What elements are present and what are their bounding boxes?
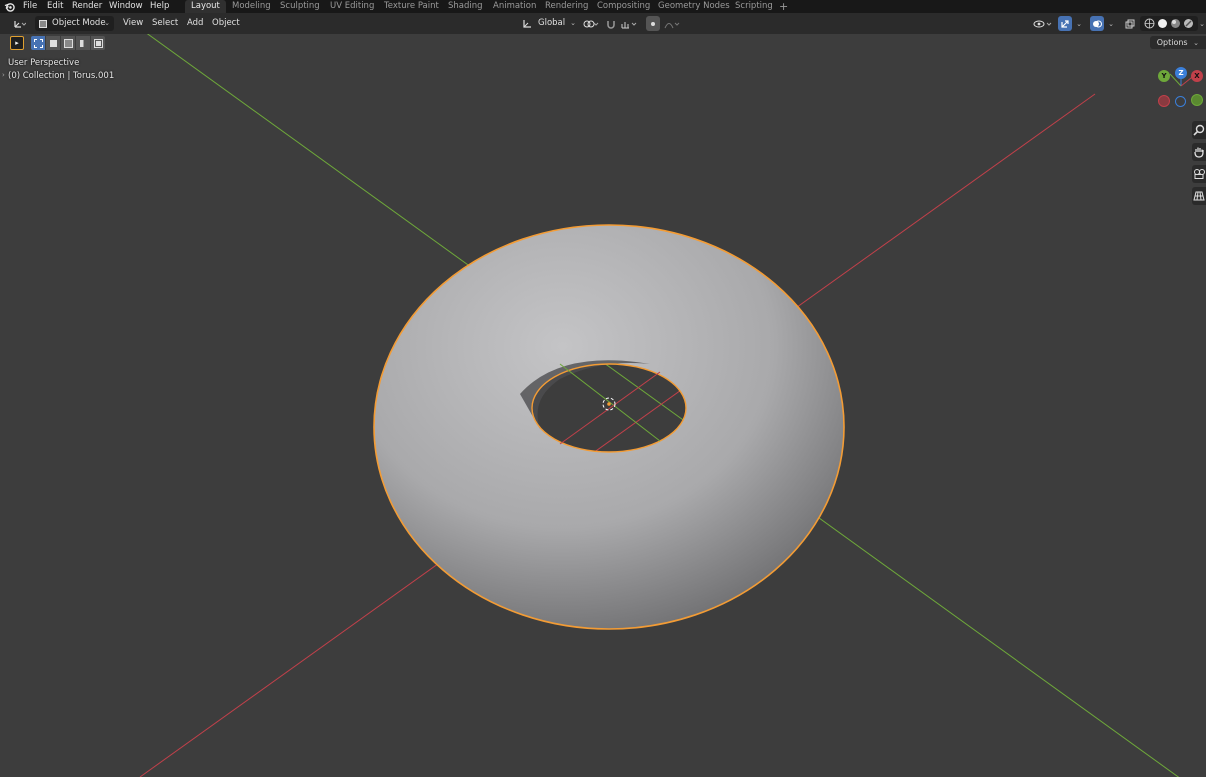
viewport-header: Object Mode ⌄ View Select Add Object Glo… [0, 13, 1206, 34]
camera-icon [1194, 169, 1205, 179]
select-extend-icon [49, 39, 57, 47]
overlays-toggle[interactable] [1090, 16, 1104, 31]
blender-logo-icon[interactable] [4, 1, 15, 12]
select-menu[interactable]: Select [152, 16, 178, 31]
snap-increment-icon [621, 21, 637, 28]
active-collection-label: (0) Collection | Torus.001 [8, 71, 115, 81]
gizmo-toggle[interactable] [1058, 16, 1072, 31]
mode-dropdown[interactable]: Object Mode ⌄ [35, 16, 114, 31]
menu-window[interactable]: Window [109, 0, 143, 13]
tab-animation[interactable]: Animation [493, 0, 536, 13]
orientation-dropdown[interactable]: Global ⌄ [522, 16, 578, 31]
pan-button[interactable] [1192, 143, 1206, 161]
tab-geometry-nodes[interactable]: Geometry Nodes [658, 0, 730, 13]
chevron-down-icon: ⌄ [104, 19, 110, 27]
options-dropdown[interactable]: Options ⌄ [1149, 36, 1206, 49]
orientation-label: Global [538, 18, 566, 28]
chevron-down-icon: ⌄ [1199, 19, 1205, 28]
perspective-toggle-button[interactable] [1192, 187, 1206, 205]
tab-layout[interactable]: Layout [185, 0, 226, 13]
eye-icon [1033, 20, 1052, 27]
expand-arrow-icon[interactable]: › [2, 71, 5, 79]
select-new-icon [33, 38, 43, 48]
cube-mode-icon [39, 20, 47, 28]
solid-shading-icon[interactable] [1157, 18, 1168, 29]
tab-compositing[interactable]: Compositing [597, 0, 650, 13]
options-label: Options [1156, 38, 1188, 47]
view-perspective-label: User Perspective [8, 58, 80, 68]
menu-render[interactable]: Render [72, 0, 102, 13]
add-menu[interactable]: Add [187, 16, 203, 31]
overlays-dropdown[interactable]: ⌄ [1105, 16, 1117, 31]
select-intersect-button[interactable] [91, 36, 105, 50]
tab-sculpting[interactable]: Sculpting [280, 0, 320, 13]
camera-view-button[interactable] [1192, 165, 1206, 183]
navigation-gizmo[interactable]: Y Z X [1155, 64, 1206, 114]
tab-rendering[interactable]: Rendering [545, 0, 588, 13]
transform-orientation-icon [523, 20, 531, 28]
shading-mode-group [1140, 16, 1198, 31]
gizmo-neg-z-axis[interactable] [1175, 96, 1186, 107]
3d-viewport[interactable]: ▸ › User Perspective (0) Collection | To… [0, 34, 1206, 777]
zoom-magnifier-icon [1193, 124, 1205, 136]
visibility-dropdown[interactable] [1031, 16, 1055, 31]
zoom-button[interactable] [1192, 121, 1206, 139]
top-menu-bar: File Edit Render Window Help Layout Mode… [0, 0, 1206, 13]
cursor-icon: ▸ [15, 39, 19, 47]
proportional-editing-toggle[interactable] [646, 16, 660, 31]
select-extend-button[interactable] [46, 36, 60, 50]
proportional-dot-icon [651, 21, 655, 26]
grid-perspective-icon [1193, 191, 1205, 201]
snap-toggle[interactable] [604, 16, 618, 31]
tab-texture-paint[interactable]: Texture Paint [384, 0, 439, 13]
select-subtract-button[interactable] [61, 36, 75, 50]
gizmo-dropdown[interactable]: ⌄ [1073, 16, 1085, 31]
select-intersect-icon [93, 38, 103, 48]
view-menu[interactable]: View [123, 16, 143, 31]
gizmo-z-axis[interactable]: Z [1175, 67, 1187, 79]
chevron-down-icon: ⌄ [1076, 19, 1082, 28]
tab-uv-editing[interactable]: UV Editing [330, 0, 374, 13]
gizmo-neg-y-axis[interactable] [1191, 94, 1203, 106]
menu-file[interactable]: File [23, 0, 37, 13]
object-menu[interactable]: Object [212, 16, 240, 31]
editor-type-button[interactable] [9, 16, 29, 31]
tool-toggle-button[interactable]: ▸ [10, 36, 24, 50]
falloff-curve-icon [664, 22, 680, 28]
overlay-circles-icon [1093, 20, 1102, 27]
chevron-down-icon: ⌄ [1108, 19, 1114, 28]
gizmo-neg-x-axis[interactable] [1158, 95, 1170, 107]
gizmo-arrows-icon [1061, 19, 1069, 28]
select-invert-button[interactable] [76, 36, 90, 50]
viewport-scene[interactable] [0, 34, 1206, 777]
xray-icon [1125, 19, 1135, 28]
material-preview-icon[interactable] [1170, 18, 1181, 29]
tab-modeling[interactable]: Modeling [232, 0, 271, 13]
rendered-shading-icon[interactable] [1183, 18, 1194, 29]
torus-object[interactable] [373, 224, 845, 630]
add-workspace-button[interactable]: + [779, 0, 788, 13]
select-box-mode-button[interactable] [31, 36, 45, 50]
tab-scripting[interactable]: Scripting [735, 0, 773, 13]
gizmo-y-axis[interactable]: Y [1158, 70, 1170, 82]
pivot-point-button[interactable] [581, 16, 601, 31]
hand-icon [1194, 147, 1204, 158]
pivot-link-icon [583, 20, 599, 27]
chevron-down-icon: ⌄ [1193, 39, 1199, 47]
proportional-falloff-dropdown[interactable] [662, 16, 684, 31]
tab-shading[interactable]: Shading [448, 0, 483, 13]
axes-editor-icon [14, 20, 26, 28]
menu-edit[interactable]: Edit [47, 0, 63, 13]
menu-help[interactable]: Help [150, 0, 169, 13]
wireframe-shading-icon[interactable] [1144, 18, 1155, 29]
xray-toggle[interactable] [1123, 16, 1137, 31]
magnet-icon [607, 20, 615, 29]
select-subtract-icon [63, 38, 73, 48]
select-invert-icon [79, 39, 87, 47]
shading-dropdown[interactable]: ⌄ [1198, 16, 1206, 31]
snap-target-dropdown[interactable] [619, 16, 641, 31]
gizmo-x-axis[interactable]: X [1191, 70, 1203, 82]
chevron-down-icon: ⌄ [570, 19, 576, 27]
mode-label: Object Mode [52, 18, 106, 28]
